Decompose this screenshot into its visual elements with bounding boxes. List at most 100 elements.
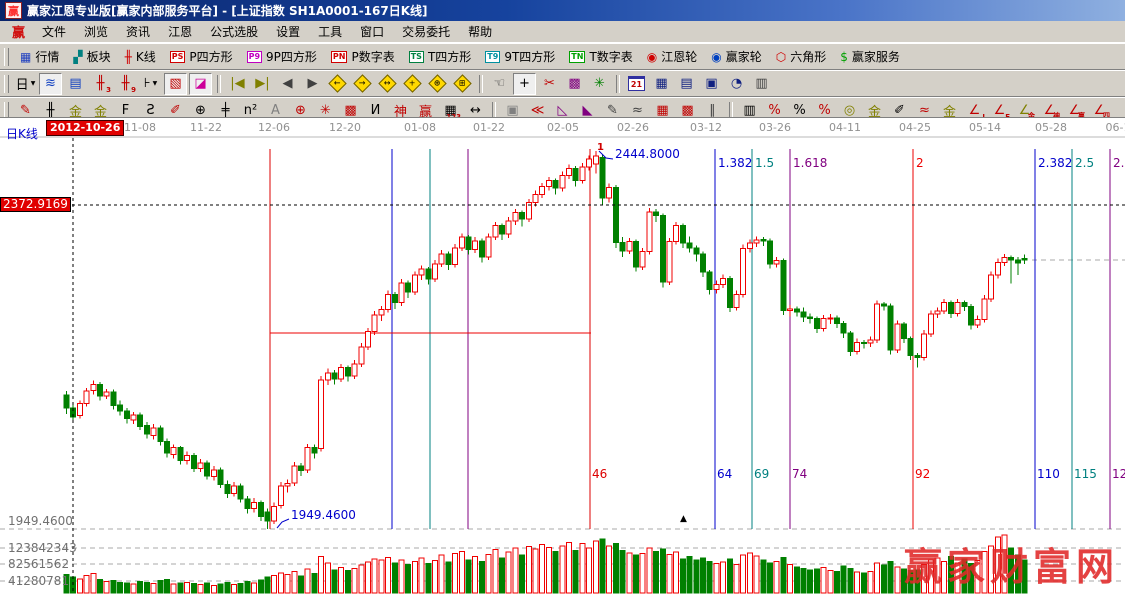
candle-body	[372, 315, 377, 332]
volume-bar	[520, 555, 525, 593]
toolbar-button-T四方形[interactable]: TST四方形	[402, 46, 479, 68]
notes-icon[interactable]: ▤	[675, 73, 698, 95]
candle-body	[446, 254, 451, 265]
volume-bar	[366, 562, 371, 593]
save-icon[interactable]: ▣	[700, 73, 723, 95]
next-bar-icon[interactable]: ▶	[301, 73, 324, 95]
diamond-plus-icon[interactable]: +	[401, 73, 424, 95]
volume-bar	[721, 562, 726, 593]
toolbar-button-label: 9T四方形	[504, 48, 555, 65]
hand-drag-icon[interactable]: ☜	[488, 73, 511, 95]
menu-item-1[interactable]: 浏览	[75, 23, 117, 41]
volume-bar	[808, 570, 813, 593]
pattern-icon[interactable]: ✳	[588, 73, 611, 95]
toolbar-button-赢家服务[interactable]: $赢家服务	[833, 46, 907, 68]
info-panel-icon[interactable]: ▤	[64, 73, 87, 95]
candle-body	[191, 455, 196, 468]
candle-body	[875, 304, 880, 340]
diamond-right-icon[interactable]: →	[351, 73, 374, 95]
calculator-icon[interactable]: ▦	[650, 73, 673, 95]
volume-bar	[232, 585, 237, 593]
menu-item-6[interactable]: 工具	[309, 23, 351, 41]
toolbar-main: ▦行情▞板块╫K线PSP四方形P99P四方形PNP数字表TST四方形T99T四方…	[0, 43, 1125, 70]
volume-bar	[412, 561, 417, 593]
world-clock-icon[interactable]: ◔	[725, 73, 748, 95]
volume-bar	[674, 552, 679, 593]
grid9-icon[interactable]: ╫9	[114, 73, 137, 95]
candle-body	[747, 243, 752, 248]
gann-ratio-label: 2.382	[1038, 156, 1072, 170]
toolbar-button-P四方形[interactable]: PSP四方形	[163, 46, 240, 68]
toolbar-button-板块[interactable]: ▞板块	[66, 46, 117, 68]
volume-bar	[781, 557, 786, 593]
menu-item-3[interactable]: 江恩	[159, 23, 201, 41]
volume-bar	[433, 561, 438, 593]
toolbar-button-行情[interactable]: ▦行情	[13, 46, 66, 68]
gann-count-label: 69	[754, 467, 769, 481]
crosshair-date-box: 2012-10-26	[46, 120, 124, 136]
gann-box-icon[interactable]: ▧	[164, 73, 187, 95]
menu-item-2[interactable]: 资讯	[117, 23, 159, 41]
toolbar-button-赢家轮[interactable]: ◉赢家轮	[704, 46, 769, 68]
crosshair-price-box: 2372.9169	[0, 197, 71, 212]
peak-price-annotation: 2444.8000	[615, 147, 680, 161]
date-tick-label: 03-26	[759, 121, 791, 134]
menu-item-9[interactable]: 帮助	[459, 23, 501, 41]
diamond-circle-icon[interactable]: ⊕	[426, 73, 449, 95]
volume-bar	[252, 583, 257, 593]
gann-count-label: 64	[717, 467, 732, 481]
color-chart-icon[interactable]: ◪	[189, 73, 212, 95]
volume-bar	[104, 581, 109, 593]
volume-bar	[171, 584, 176, 593]
volume-bar	[613, 544, 618, 593]
menu-item-4[interactable]: 公式选股	[201, 23, 267, 41]
diamond-hexpand-icon[interactable]: ↔	[376, 73, 399, 95]
menu-item-0[interactable]: 文件	[33, 23, 75, 41]
watermark: 赢家财富网	[904, 536, 1119, 591]
diamond-left-icon[interactable]: ←	[326, 73, 349, 95]
diamond-grid-icon[interactable]: ⊞	[451, 73, 474, 95]
candle-type-selector[interactable]: ⊦▼	[139, 73, 162, 95]
candle-body	[701, 254, 706, 272]
last-bar-icon[interactable]: ▶|	[251, 73, 274, 95]
print-icon[interactable]: ▥	[750, 73, 773, 95]
candle-body	[627, 242, 632, 251]
candle-body	[386, 294, 391, 309]
gann-ratio-label: 2.5	[1075, 156, 1094, 170]
crosshair-tool-icon[interactable]: +	[513, 73, 536, 95]
candle-body	[861, 342, 866, 343]
candle-body	[151, 428, 156, 436]
menu-item-8[interactable]: 交易委托	[393, 23, 459, 41]
candle-body	[607, 187, 612, 198]
mark-icon[interactable]: ▩	[563, 73, 586, 95]
period-day-selector[interactable]: 日▼	[14, 73, 37, 95]
toolbar-button-9T四方形[interactable]: T99T四方形	[478, 46, 562, 68]
volume-bar	[459, 551, 464, 593]
toolbar-button-K线[interactable]: ╫K线	[118, 46, 163, 68]
kline-chart-area[interactable]: 11-0811-2212-0612-2001-0801-2202-0502-26…	[0, 117, 1125, 596]
candle-body	[272, 506, 277, 520]
menu-item-5[interactable]: 设置	[267, 23, 309, 41]
calendar-icon[interactable]: 21	[625, 73, 648, 95]
cut-icon[interactable]: ✂	[538, 73, 561, 95]
toolbar-button-T数字表[interactable]: TNT数字表	[562, 46, 640, 68]
candle-body	[754, 240, 759, 243]
menu-item-7[interactable]: 窗口	[351, 23, 393, 41]
candle-body	[111, 392, 116, 406]
toolbar-button-江恩轮[interactable]: ◉江恩轮	[640, 46, 705, 68]
volume-bar	[466, 560, 471, 593]
grid3-icon[interactable]: ╫3	[89, 73, 112, 95]
toolbar-button-六角形[interactable]: ⬡六角形	[769, 46, 834, 68]
menu-bar: 赢 文件浏览资讯江恩公式选股设置工具窗口交易委托帮助	[0, 21, 1125, 43]
overlay-windows-icon[interactable]: ≋	[39, 73, 62, 95]
prev-bar-icon[interactable]: ◀	[276, 73, 299, 95]
candle-body	[774, 261, 779, 264]
toolbar-button-9P四方形[interactable]: P99P四方形	[240, 46, 324, 68]
first-bar-icon[interactable]: |◀	[226, 73, 249, 95]
low-price-annotation: 1949.4600	[291, 508, 356, 522]
axis-label: 41280781	[8, 574, 69, 588]
candle-body	[593, 156, 598, 164]
toolbar-button-P数字表[interactable]: PNP数字表	[324, 46, 402, 68]
candle-body	[252, 503, 257, 509]
gann-count-label: 12	[1112, 467, 1125, 481]
